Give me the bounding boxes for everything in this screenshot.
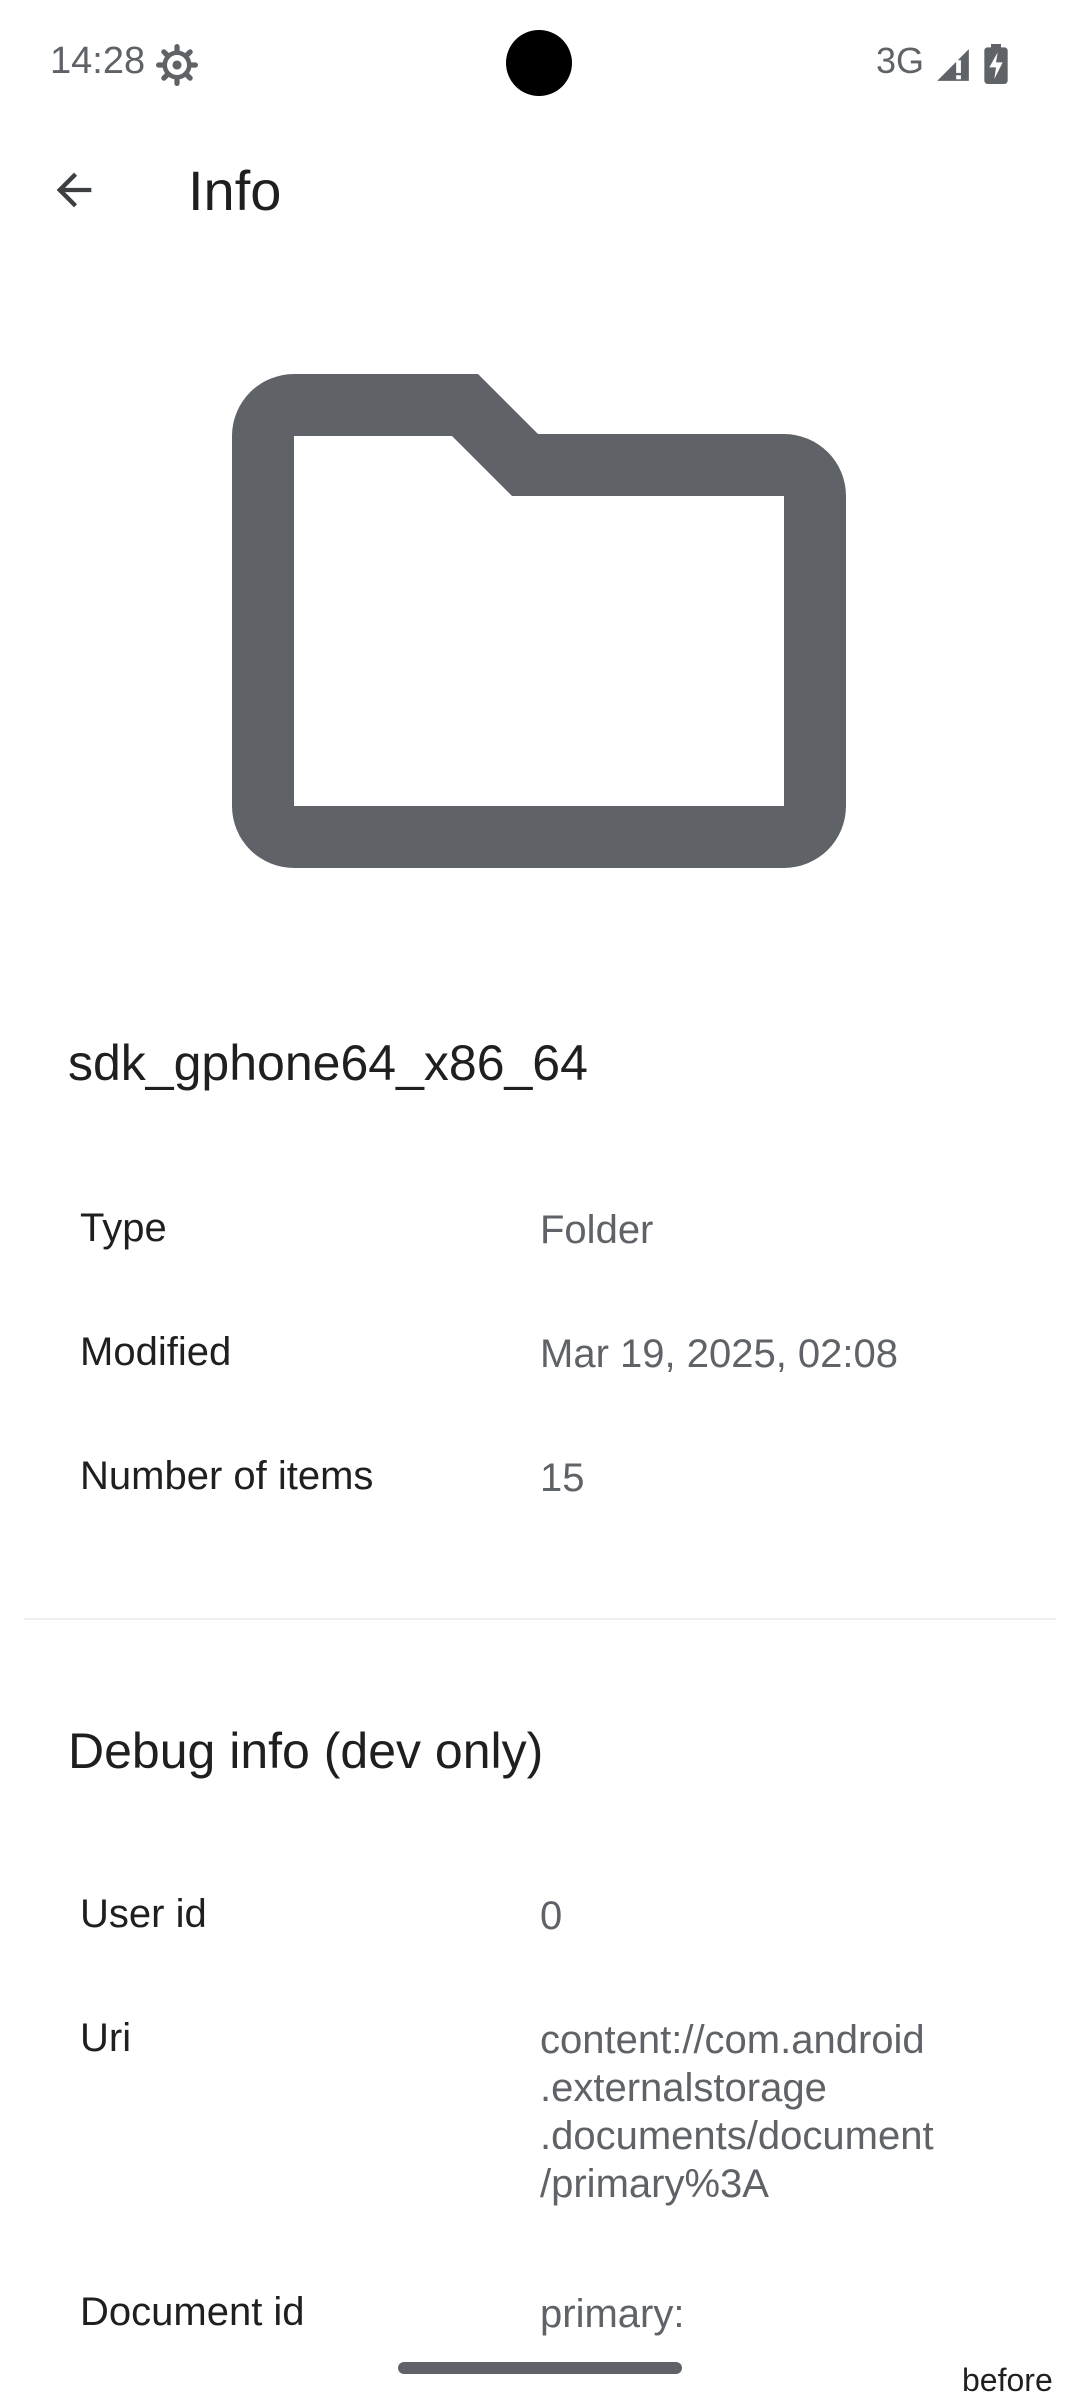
clipped-text-fragment: before	[962, 2362, 1053, 2398]
folder-icon	[232, 374, 846, 868]
back-button[interactable]	[20, 142, 128, 238]
camera-cutout	[506, 30, 572, 96]
preview-area	[0, 252, 1080, 964]
debug-value: 0	[540, 1894, 563, 1938]
detail-value: Mar 19, 2025, 02:08	[540, 1332, 899, 1376]
debug-label: Uri	[80, 2016, 132, 2060]
debug-value: primary:	[540, 2292, 685, 2336]
top-app-bar: Info	[0, 128, 1080, 252]
detail-label: Modified	[80, 1330, 232, 1374]
page-title: Info	[188, 159, 282, 222]
detail-row-type: Type Folder	[0, 1166, 1080, 1290]
status-time: 14:28	[50, 40, 146, 82]
debug-label: Document id	[80, 2290, 305, 2334]
detail-value: 15	[540, 1456, 585, 1500]
signal-icon	[937, 49, 969, 81]
debug-value: content://com.android .externalstorage .…	[540, 2018, 934, 2206]
info-screen: 14:28 3G Info sdk_gphone64_x86_64 Type F…	[0, 0, 1080, 2400]
debug-row-uri: Uri content://com.android .externalstora…	[0, 1976, 1080, 2250]
debug-label: User id	[80, 1892, 207, 1936]
debug-row-user-id: User id 0	[0, 1852, 1080, 1976]
debug-row-document-id: Document id primary:	[0, 2250, 1080, 2374]
detail-label: Type	[80, 1206, 167, 1250]
battery-charging-icon	[984, 44, 1008, 84]
debug-info-heading: Debug info (dev only)	[68, 1723, 544, 1779]
network-type: 3G	[876, 40, 925, 81]
section-divider	[24, 1618, 1056, 1620]
navigation-gesture-handle[interactable]	[398, 2362, 682, 2374]
detail-label: Number of items	[80, 1454, 374, 1498]
status-bar: 14:28 3G	[0, 0, 1080, 128]
settings-gear-icon	[156, 44, 198, 86]
detail-row-modified: Modified Mar 19, 2025, 02:08	[0, 1290, 1080, 1414]
detail-row-item-count: Number of items 15	[0, 1414, 1080, 1538]
item-name-heading: sdk_gphone64_x86_64	[68, 1035, 588, 1091]
detail-value: Folder	[540, 1208, 654, 1252]
arrow-back-icon	[56, 172, 92, 208]
